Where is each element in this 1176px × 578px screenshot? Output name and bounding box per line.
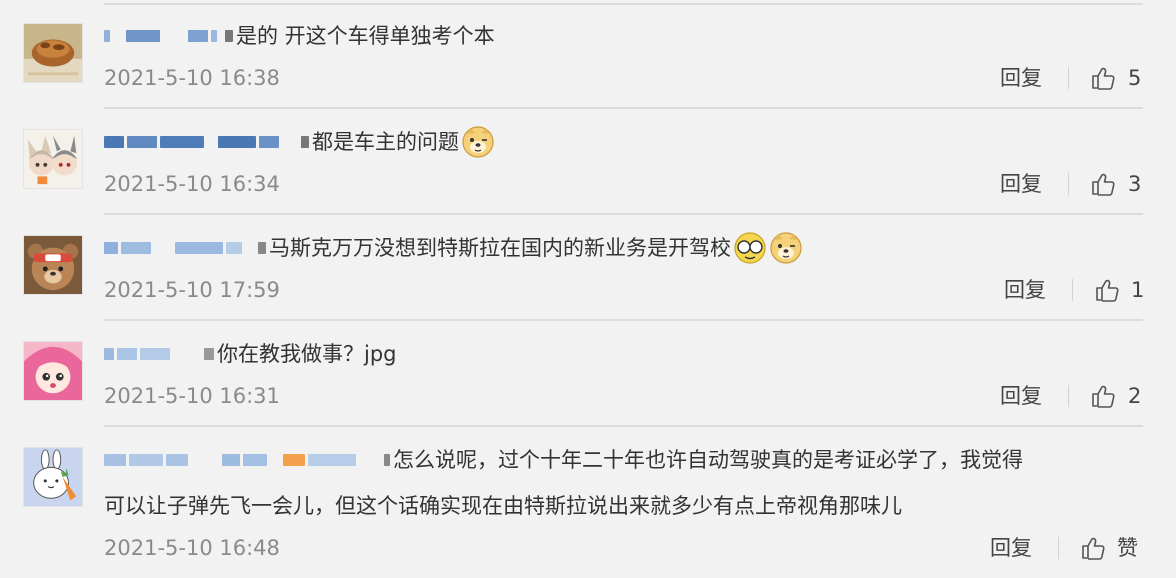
facepalm-laugh-emoji-icon bbox=[733, 231, 767, 265]
avatar-anime-duo-icon bbox=[24, 130, 82, 188]
comment-text: 是的 开这个车得单独考个本 bbox=[104, 22, 495, 50]
like-count: 5 bbox=[1128, 66, 1142, 90]
comment-divider bbox=[104, 319, 1143, 321]
comment-text: 你在教我做事？jpg bbox=[104, 340, 397, 368]
thumbs-up-icon[interactable] bbox=[1090, 383, 1116, 409]
timestamp: 2021-5-10 16:38 bbox=[104, 66, 280, 90]
avatar[interactable] bbox=[23, 447, 83, 507]
like-count: 赞 bbox=[1117, 536, 1138, 560]
comment-body: 你在教我做事？jpg bbox=[217, 342, 397, 366]
action-separator bbox=[1058, 537, 1059, 559]
avatar[interactable] bbox=[23, 23, 83, 83]
timestamp: 2021-5-10 16:31 bbox=[104, 384, 280, 408]
like-count: 1 bbox=[1131, 278, 1145, 302]
reply-button[interactable]: 回复 bbox=[1000, 64, 1042, 92]
blurred-username[interactable] bbox=[104, 128, 312, 156]
reply-button[interactable]: 回复 bbox=[990, 534, 1032, 562]
blurred-username[interactable] bbox=[104, 340, 217, 368]
like-count: 3 bbox=[1128, 172, 1142, 196]
thumbs-up-icon[interactable] bbox=[1080, 535, 1106, 561]
blurred-username[interactable] bbox=[104, 22, 236, 50]
timestamp: 2021-5-10 16:34 bbox=[104, 172, 280, 196]
top-divider bbox=[104, 3, 1143, 5]
comment-divider bbox=[104, 425, 1143, 427]
avatar-teddy-bear-icon bbox=[24, 236, 82, 294]
avatar-pink-anime-icon bbox=[24, 342, 82, 400]
timestamp: 2021-5-10 17:59 bbox=[104, 278, 280, 302]
avatar[interactable] bbox=[23, 341, 83, 401]
reply-button[interactable]: 回复 bbox=[1000, 382, 1042, 410]
reply-button[interactable]: 回复 bbox=[1004, 276, 1046, 304]
reply-button[interactable]: 回复 bbox=[1000, 170, 1042, 198]
action-separator bbox=[1068, 385, 1069, 407]
thumbs-up-icon[interactable] bbox=[1090, 171, 1116, 197]
comment-divider bbox=[104, 107, 1143, 109]
action-separator bbox=[1068, 67, 1069, 89]
blurred-username[interactable] bbox=[104, 446, 393, 474]
comment-body-line2: 可以让子弹先飞一会儿，但这个话确实现在由特斯拉说出来就多少有点上帝视角那味儿 bbox=[104, 494, 902, 518]
avatar[interactable] bbox=[23, 235, 83, 295]
timestamp: 2021-5-10 16:48 bbox=[104, 536, 280, 560]
thumbs-up-icon[interactable] bbox=[1094, 277, 1120, 303]
comment-body: 怎么说呢，过个十年二十年也许自动驾驶真的是考证必学了，我觉得 bbox=[393, 448, 1023, 472]
doge-emoji-icon bbox=[769, 231, 803, 265]
thumbs-up-icon[interactable] bbox=[1090, 65, 1116, 91]
comment-text: 都是车主的问题 bbox=[104, 125, 495, 159]
action-separator bbox=[1068, 173, 1069, 195]
doge-emoji-icon bbox=[461, 125, 495, 159]
comment-body: 马斯克万万没想到特斯拉在国内的新业务是开驾校 bbox=[269, 236, 731, 260]
avatar-rabbit-carrot-icon bbox=[24, 448, 82, 506]
blurred-username[interactable] bbox=[104, 234, 269, 262]
action-separator bbox=[1072, 279, 1073, 301]
comment-text: 马斯克万万没想到特斯拉在国内的新业务是开驾校 bbox=[104, 231, 803, 265]
comment-body: 都是车主的问题 bbox=[312, 130, 459, 154]
like-count: 2 bbox=[1128, 384, 1142, 408]
comment-divider bbox=[104, 213, 1143, 215]
avatar[interactable] bbox=[23, 129, 83, 189]
comment-body: 是的 开这个车得单独考个本 bbox=[236, 24, 495, 48]
comment-text: 怎么说呢，过个十年二十年也许自动驾驶真的是考证必学了，我觉得 bbox=[104, 446, 1023, 474]
avatar-cat-bread-icon bbox=[24, 24, 82, 82]
